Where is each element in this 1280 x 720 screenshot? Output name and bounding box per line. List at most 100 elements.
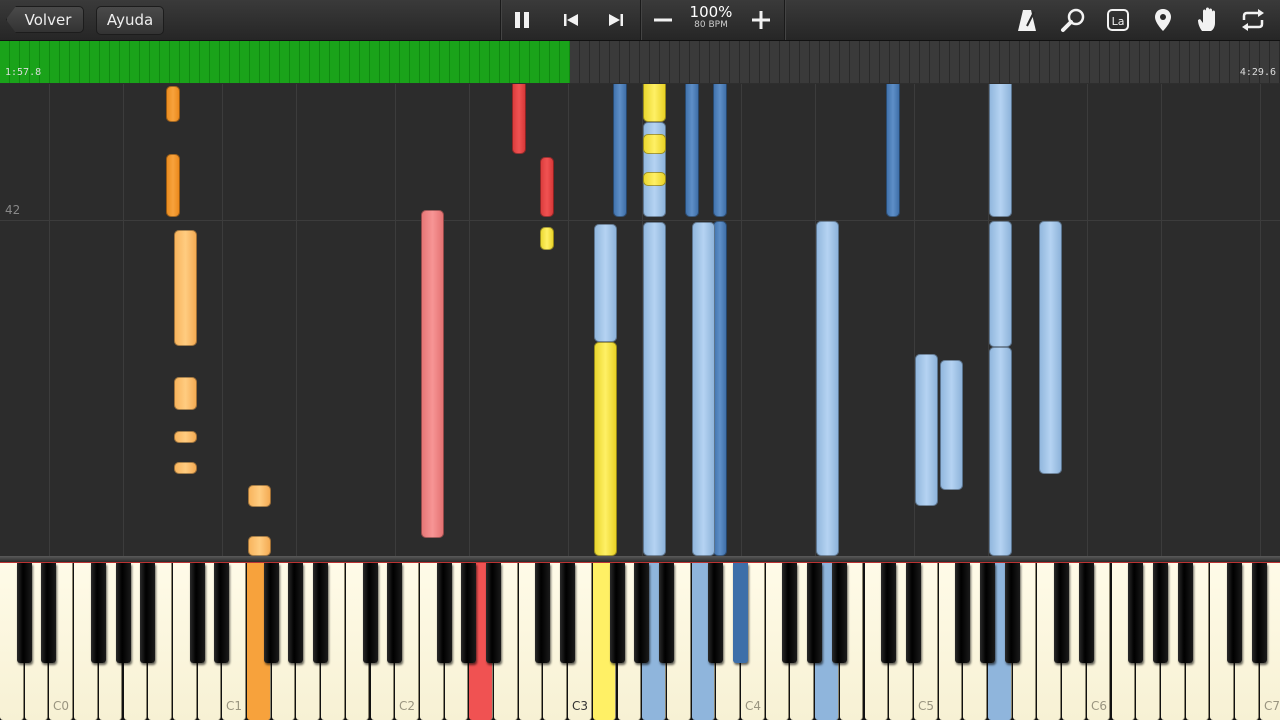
black-key[interactable] [387,563,403,663]
markers-button[interactable] [1141,0,1185,40]
black-key[interactable] [1128,563,1144,663]
black-key[interactable] [1227,563,1242,663]
black-key[interactable] [436,563,452,663]
grid-line [49,84,50,556]
measure-line [0,220,1280,221]
tempo-increase-button[interactable] [739,0,783,40]
black-key[interactable] [461,563,477,663]
black-key[interactable] [90,563,106,663]
grid-line [469,84,470,556]
black-key[interactable] [1054,563,1070,663]
black-key[interactable] [189,563,205,663]
loop-button[interactable] [1231,0,1275,40]
pause-button[interactable] [500,0,544,40]
note [713,84,727,217]
skip-back-icon [564,14,578,26]
note [1039,221,1062,474]
skip-forward-icon [609,14,623,26]
tempo-percent: 100% [689,3,733,21]
note [594,342,617,556]
note [166,154,180,217]
black-key[interactable] [831,563,847,663]
black-key[interactable] [214,563,230,663]
elapsed-time: 1:57.8 [5,67,42,78]
zoom-button[interactable] [1051,0,1095,40]
black-key[interactable] [16,563,32,663]
black-key[interactable] [609,563,625,663]
hand-icon [1198,7,1215,31]
octave-label: C1 [226,699,243,713]
black-key[interactable] [263,563,279,663]
note [166,86,180,122]
black-key[interactable] [1078,563,1094,663]
black-key[interactable] [535,563,551,663]
note [940,360,963,490]
note [692,222,715,556]
note-labels-button[interactable]: La [1096,0,1140,40]
black-key[interactable] [1004,563,1020,663]
black-key[interactable] [905,563,921,663]
note [989,221,1012,347]
black-key[interactable] [881,563,897,663]
help-button[interactable]: Ayuda [96,6,164,35]
note [540,227,554,250]
note [248,485,271,507]
black-key[interactable] [733,563,748,663]
note [886,84,900,217]
black-key[interactable] [1177,563,1193,663]
keyboard-top-rail [0,556,1280,563]
black-key[interactable] [980,563,995,663]
octave-label: C0 [53,699,70,713]
note [540,157,554,217]
note [512,84,526,154]
black-key[interactable] [955,563,971,663]
black-key[interactable] [288,563,304,663]
note [915,354,938,506]
black-key[interactable] [1152,563,1168,663]
hands-button[interactable] [1186,0,1230,40]
tempo-decrease-button[interactable] [641,0,685,40]
skip-back-button[interactable] [549,0,593,40]
note [989,84,1012,217]
black-key[interactable] [708,563,724,663]
note [248,536,271,556]
falling-notes-area: 42 [0,84,1280,556]
black-key[interactable] [313,563,329,663]
note [643,134,666,154]
song-progress-bar[interactable]: 1:57.8 4:29.6 [0,41,1280,83]
black-key[interactable] [560,563,576,663]
black-key[interactable] [1251,563,1267,663]
black-key[interactable] [140,563,156,663]
black-key[interactable] [486,563,501,663]
note-label-icon: La [1107,9,1129,31]
octave-label: C2 [399,699,416,713]
tempo-display: 100% 80 BPM [686,4,736,30]
black-key[interactable] [41,563,57,663]
note [174,431,197,443]
back-button[interactable]: Volver [6,6,84,33]
note [643,172,666,186]
note [713,221,727,556]
top-toolbar: Volver Ayuda 100% 80 BPM La [0,0,1280,41]
grid-line [1161,84,1162,556]
note [174,230,197,346]
piano-keyboard[interactable]: C0 C1 C2 C3 C4 C5 C6 C7 [0,556,1280,720]
loop-icon [1242,9,1264,31]
black-key[interactable] [115,563,131,663]
pause-icon [515,12,529,28]
black-key[interactable] [362,563,378,663]
note [594,224,617,342]
black-key[interactable] [807,563,823,663]
black-key[interactable] [782,563,798,663]
divider [784,0,786,40]
grid-line [568,84,569,556]
progress-fill [0,41,570,83]
octave-label: C4 [745,699,762,713]
skip-forward-button[interactable] [594,0,638,40]
black-key[interactable] [658,563,674,663]
note [421,210,444,538]
plus-icon [752,11,770,29]
minus-icon [654,18,672,22]
metronome-button[interactable] [1005,0,1049,40]
black-key[interactable] [634,563,650,663]
